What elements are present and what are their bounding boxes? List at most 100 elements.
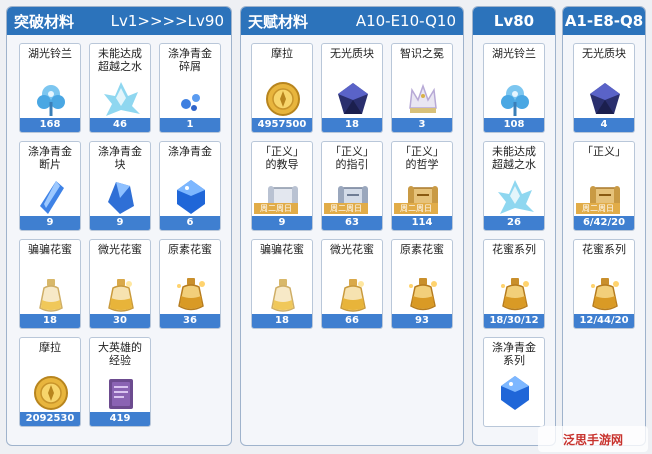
material-card: 摩拉 2092530 bbox=[19, 337, 81, 427]
material-card: 「正义」 的哲学 周二周日 114 bbox=[391, 141, 453, 231]
water-crystal-icon bbox=[102, 80, 140, 118]
material-name: 「正义」 的教导 bbox=[260, 145, 304, 171]
nectar-bottle-icon bbox=[32, 276, 70, 314]
a1e8q8-panel: A1-E8-Q8 无光质块 4 「正义」 周二周日 6/42/20 花蜜系列 12/44/2… bbox=[562, 6, 646, 446]
lapis-gemstone-icon bbox=[496, 374, 534, 412]
material-card: 湖光铃兰 168 bbox=[19, 43, 81, 133]
material-card: 原素花蜜 36 bbox=[159, 239, 221, 329]
material-name: 骗骗花蜜 bbox=[260, 243, 304, 256]
material-name: 「正义」 bbox=[582, 145, 626, 158]
lapis-chunk-icon bbox=[102, 178, 140, 216]
material-count: 9 bbox=[252, 216, 312, 230]
energy-nectar-icon bbox=[172, 276, 210, 314]
material-name: 无光质块 bbox=[330, 47, 374, 60]
material-count: 18 bbox=[20, 314, 80, 328]
shimmering-nectar-icon bbox=[334, 276, 372, 314]
material-count: 108 bbox=[484, 118, 544, 132]
weekday-tag: 周二周日 bbox=[394, 203, 438, 214]
material-card: 「正义」 的指引 周二周日 63 bbox=[321, 141, 383, 231]
material-card: 「正义」 周二周日 6/42/20 bbox=[573, 141, 635, 231]
material-card: 无光质块 18 bbox=[321, 43, 383, 133]
lv80-header: Lv80 bbox=[473, 7, 555, 35]
hero-wit-book-icon bbox=[102, 374, 140, 412]
material-count: 66 bbox=[322, 314, 382, 328]
material-count: 3 bbox=[392, 118, 452, 132]
material-count: 1 bbox=[160, 118, 220, 132]
material-name: 微光花蜜 bbox=[330, 243, 374, 256]
material-name: 涤净青金 bbox=[168, 145, 212, 158]
material-card: 花蜜系列 12/44/20 bbox=[573, 239, 635, 329]
material-name: 湖光铃兰 bbox=[492, 47, 536, 60]
breakthrough-panel: 突破材料 Lv1>>>>Lv90 湖光铃兰 168 未能达成 超越之水 46 涤净青金 … bbox=[6, 6, 232, 446]
material-count: 18 bbox=[252, 314, 312, 328]
material-count: 93 bbox=[392, 314, 452, 328]
material-count: 12/44/20 bbox=[574, 314, 634, 328]
material-count: 6 bbox=[160, 216, 220, 230]
material-name: 原素花蜜 bbox=[400, 243, 444, 256]
material-card: 未能达成 超越之水 26 bbox=[483, 141, 545, 231]
nectar-bottle-icon bbox=[264, 276, 302, 314]
breakthrough-title: 突破材料 bbox=[14, 12, 75, 31]
a1e8q8-title: A1-E8-Q8 bbox=[564, 12, 644, 30]
talent-level-range: A10-E10-Q10 bbox=[355, 12, 456, 30]
material-name: 湖光铃兰 bbox=[28, 47, 72, 60]
material-count: 9 bbox=[90, 216, 150, 230]
material-name: 未能达成 超越之水 bbox=[492, 145, 536, 171]
lake-lily-icon bbox=[32, 80, 70, 118]
material-count: 30 bbox=[90, 314, 150, 328]
material-card: 涤净青金 6 bbox=[159, 141, 221, 231]
material-name: 涤净青金 碎屑 bbox=[168, 47, 212, 73]
mora-coin-icon bbox=[264, 80, 302, 118]
shimmering-nectar-icon bbox=[102, 276, 140, 314]
material-count: 419 bbox=[90, 412, 150, 426]
material-card: 智识之冕 3 bbox=[391, 43, 453, 133]
material-card: 花蜜系列 18/30/12 bbox=[483, 239, 545, 329]
material-card: 涤净青金 断片 9 bbox=[19, 141, 81, 231]
talent-panel: 天赋材料 A10-E10-Q10 摩拉 4957500 无光质块 18 智识之冕 3 「正义… bbox=[240, 6, 464, 446]
material-name: 摩拉 bbox=[39, 341, 61, 354]
weekday-tag: 周二周日 bbox=[576, 203, 620, 214]
lapis-fragment-icon bbox=[32, 178, 70, 216]
energy-nectar-icon bbox=[404, 276, 442, 314]
lake-lily-icon bbox=[496, 80, 534, 118]
crown-of-insight-icon bbox=[404, 80, 442, 118]
material-count: 46 bbox=[90, 118, 150, 132]
material-count: 2092530 bbox=[20, 412, 80, 426]
material-card: 无光质块 4 bbox=[573, 43, 635, 133]
material-count: 18 bbox=[322, 118, 382, 132]
site-watermark: 泛思手游网 bbox=[538, 426, 648, 452]
material-name: 大英雄的 经验 bbox=[98, 341, 142, 367]
breakthrough-level-range: Lv1>>>>Lv90 bbox=[110, 12, 224, 30]
material-card: 未能达成 超越之水 46 bbox=[89, 43, 151, 133]
lapis-sliver-icon bbox=[172, 80, 210, 118]
material-card: 湖光铃兰 108 bbox=[483, 43, 545, 133]
lv80-title: Lv80 bbox=[493, 12, 535, 30]
material-card: 骗骗花蜜 18 bbox=[19, 239, 81, 329]
material-name: 花蜜系列 bbox=[582, 243, 626, 256]
material-card: 大英雄的 经验 419 bbox=[89, 337, 151, 427]
energy-nectar-icon bbox=[586, 276, 624, 314]
material-count: 168 bbox=[20, 118, 80, 132]
material-count: 4957500 bbox=[252, 118, 312, 132]
material-card: 涤净青金 块 9 bbox=[89, 141, 151, 231]
talent-header: 天赋材料 A10-E10-Q10 bbox=[241, 7, 463, 35]
material-card: 涤净青金 系列 bbox=[483, 337, 545, 427]
material-card: 摩拉 4957500 bbox=[251, 43, 313, 133]
material-card: 涤净青金 碎屑 1 bbox=[159, 43, 221, 133]
material-card: 微光花蜜 30 bbox=[89, 239, 151, 329]
material-count: 114 bbox=[392, 216, 452, 230]
breakthrough-header: 突破材料 Lv1>>>>Lv90 bbox=[7, 7, 231, 35]
material-name: 涤净青金 块 bbox=[98, 145, 142, 171]
energy-nectar-icon bbox=[496, 276, 534, 314]
lightless-mass-icon bbox=[586, 80, 624, 118]
material-card: 原素花蜜 93 bbox=[391, 239, 453, 329]
material-count: 18/30/12 bbox=[484, 314, 544, 328]
lapis-gemstone-icon bbox=[172, 178, 210, 216]
material-name: 无光质块 bbox=[582, 47, 626, 60]
material-name: 摩拉 bbox=[271, 47, 293, 60]
a1e8q8-header: A1-E8-Q8 bbox=[563, 7, 645, 35]
material-name: 骗骗花蜜 bbox=[28, 243, 72, 256]
material-card: 微光花蜜 66 bbox=[321, 239, 383, 329]
talent-title: 天赋材料 bbox=[248, 12, 309, 31]
material-name: 涤净青金 系列 bbox=[492, 341, 536, 367]
